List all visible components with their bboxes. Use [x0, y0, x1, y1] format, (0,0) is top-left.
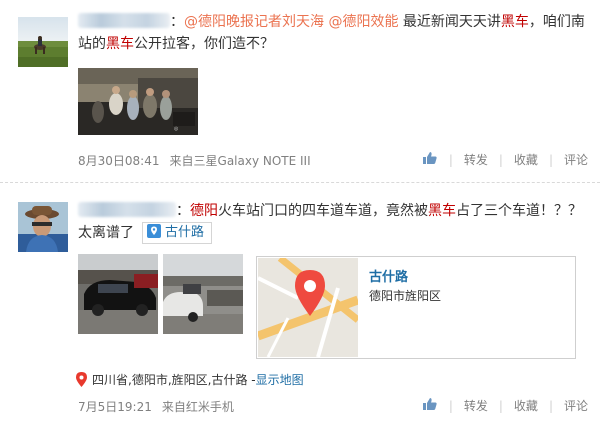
- divider: |: [548, 398, 553, 413]
- blurred-username[interactable]: [78, 13, 170, 28]
- forward-button[interactable]: 转发: [462, 397, 490, 414]
- map-card-title[interactable]: 古什路: [369, 266, 408, 285]
- divider: |: [498, 398, 503, 413]
- mention-link[interactable]: @德阳晚报记者刘天海: [184, 14, 324, 30]
- location-line: 四川省,德阳市,旌阳区,古什路 - 显示地图: [76, 371, 304, 388]
- forward-button[interactable]: 转发: [462, 151, 490, 168]
- device-source[interactable]: 三星Galaxy NOTE III: [194, 154, 311, 168]
- map-thumbnail[interactable]: [258, 258, 358, 357]
- colon: ：: [170, 14, 184, 30]
- location-pin-icon: [147, 224, 161, 238]
- divider: |: [448, 398, 453, 413]
- map-card[interactable]: 古什路 德阳市旌阳区: [256, 256, 576, 359]
- post-text: ：德阳火车站门口的四车道车道，竟然被黑车占了三个车道！？？太离谱了 古什路: [78, 200, 588, 244]
- post-photo-thumbnail[interactable]: ◎: [78, 68, 198, 135]
- post-text: ：@德阳晚报记者刘天海 @德阳效能 最近新闻天天讲黑车，咱们南站的黑车公开拉客，…: [78, 11, 588, 55]
- weibo-post-2: ：德阳火车站门口的四车道车道，竟然被黑车占了三个车道！？？太离谱了 古什路 古什…: [0, 183, 600, 426]
- divider: |: [548, 152, 553, 167]
- keyword-highlight: 黑车: [106, 36, 134, 52]
- post-timestamp[interactable]: 7月5日19:21: [78, 400, 152, 414]
- post-text-segment: 公开拉客，你们造不？: [134, 36, 274, 52]
- location-address-text: 四川省,德阳市,旌阳区,古什路 -: [92, 373, 256, 387]
- map-card-address: 德阳市旌阳区: [369, 289, 442, 303]
- keyword-highlight: 黑车: [428, 203, 456, 219]
- comment-button[interactable]: 评论: [562, 151, 590, 168]
- like-icon: [422, 398, 437, 410]
- from-label: 来自: [169, 154, 194, 168]
- show-map-link[interactable]: 显示地图: [256, 371, 304, 388]
- post-text-segment: 火车站门口的四车道车道，竟然被: [218, 203, 428, 219]
- weibo-post-1: ：@德阳晚报记者刘天海 @德阳效能 最近新闻天天讲黑车，咱们南站的黑车公开拉客，…: [0, 0, 600, 182]
- post-text-segment: 最近新闻天天讲: [398, 14, 501, 30]
- post-timestamp[interactable]: 8月30日08:41: [78, 154, 160, 168]
- avatar[interactable]: [18, 17, 68, 67]
- blurred-username[interactable]: [78, 202, 176, 217]
- svg-text:◎: ◎: [174, 126, 179, 132]
- post-meta: 8月30日08:41 来自三星Galaxy NOTE III: [78, 152, 311, 169]
- post-photo-thumbnail[interactable]: [78, 254, 158, 334]
- favorite-button[interactable]: 收藏: [512, 151, 540, 168]
- keyword-highlight: 黑车: [500, 14, 529, 30]
- keyword-highlight: 德阳: [190, 203, 218, 219]
- colon: ：: [176, 203, 190, 219]
- divider: |: [498, 152, 503, 167]
- like-button[interactable]: [420, 396, 440, 415]
- avatar[interactable]: [18, 202, 68, 252]
- post-actions: | 转发 | 收藏 | 评论: [420, 396, 590, 415]
- favorite-button[interactable]: 收藏: [512, 397, 540, 414]
- location-tag[interactable]: 古什路: [142, 222, 213, 244]
- location-tag-label: 古什路: [165, 225, 205, 240]
- comment-button[interactable]: 评论: [562, 397, 590, 414]
- like-button[interactable]: [420, 150, 440, 169]
- mention-link[interactable]: @德阳效能: [328, 14, 398, 30]
- post-actions: | 转发 | 收藏 | 评论: [420, 150, 590, 169]
- device-source[interactable]: 红米手机: [186, 400, 234, 414]
- location-pin-icon: [76, 372, 87, 387]
- from-label: 来自: [161, 400, 186, 414]
- post-meta: 7月5日19:21 来自红米手机: [78, 398, 234, 415]
- post-photo-thumbnail[interactable]: [163, 254, 243, 334]
- divider: |: [448, 152, 453, 167]
- like-icon: [422, 152, 437, 164]
